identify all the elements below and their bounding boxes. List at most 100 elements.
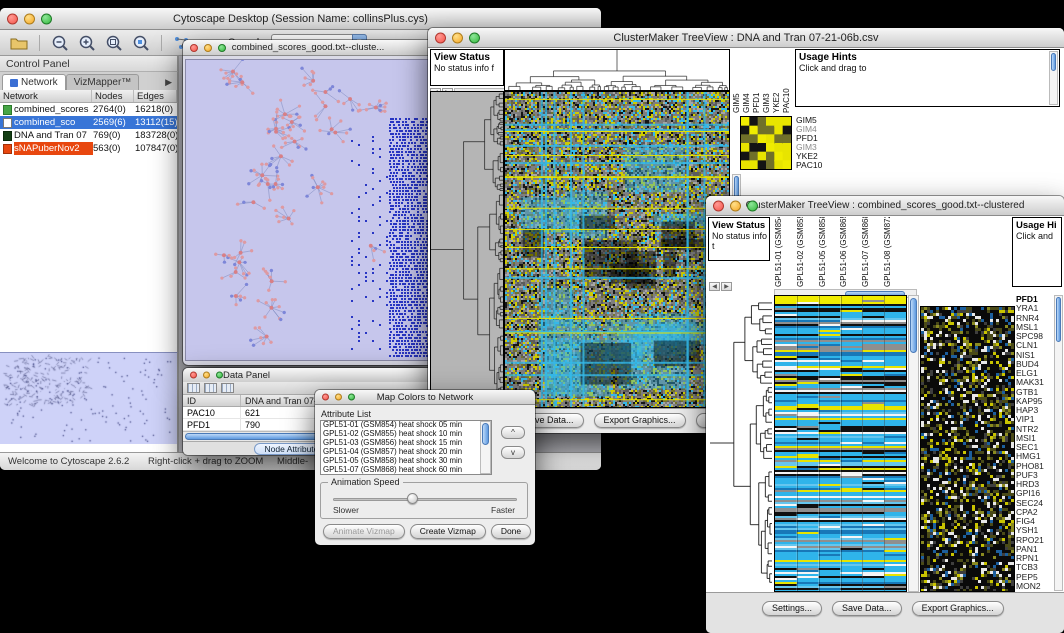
scroll-left-icon[interactable] [709, 282, 720, 291]
heatmap-canvas[interactable] [504, 91, 730, 408]
tab-scroll-right-icon[interactable] [165, 77, 177, 90]
open-session-icon[interactable] [8, 33, 30, 53]
scrollbar-thumb[interactable] [185, 433, 335, 440]
network-node-count: 563(0) [93, 142, 135, 155]
zoom-fit-icon[interactable] [103, 33, 125, 53]
move-up-button[interactable]: ^ [501, 426, 525, 439]
tab-vizmapper[interactable]: VizMapper™ [66, 74, 140, 90]
done-button[interactable]: Done [491, 524, 531, 539]
minimize-button[interactable] [203, 372, 210, 379]
column-header-edges[interactable]: Edges [134, 90, 177, 102]
data-panel-titlebar[interactable]: Data Panel [183, 368, 433, 383]
zoom-out-icon[interactable] [49, 33, 71, 53]
zoom-button[interactable] [216, 372, 223, 379]
column-label: GIM3 [762, 49, 772, 113]
close-button[interactable] [713, 200, 724, 211]
attribute-list-scrollbar[interactable] [480, 421, 491, 474]
column-header-network[interactable]: Network [0, 90, 92, 102]
column-label: GPL51-07 (GSM868 [861, 217, 883, 287]
table-view-icon[interactable] [187, 383, 200, 393]
usage-hints-scrollbar[interactable] [1049, 51, 1058, 105]
treeview-button[interactable]: Save Data... [832, 601, 902, 616]
tv2-vscrollbar[interactable] [908, 295, 919, 592]
secondary-heatmap-canvas[interactable] [920, 306, 1015, 592]
speed-slider-thumb[interactable] [407, 493, 418, 504]
minimize-button[interactable] [335, 394, 342, 401]
zoom-selected-icon[interactable] [130, 33, 152, 53]
row-dendrogram-canvas[interactable] [430, 91, 504, 408]
move-down-button[interactable]: v [501, 446, 525, 459]
usage-hints-title: Usage Hi [1013, 218, 1061, 231]
row-dendrogram-canvas[interactable] [708, 295, 772, 590]
treeview2-titlebar[interactable]: ClusterMaker TreeView : combined_scores_… [706, 196, 1064, 216]
attribute-listbox[interactable]: GPL51-01 (GSM854) heat shock 05 minGPL51… [320, 420, 492, 475]
gene-label[interactable]: MON2 [1016, 582, 1054, 591]
close-button[interactable] [190, 44, 198, 52]
zoom-button[interactable] [469, 32, 480, 43]
window-controls [190, 44, 226, 52]
treeview2-body: View Status No status info t GPL51-01 (G… [706, 216, 1064, 592]
column-header-id[interactable]: ID [183, 395, 241, 406]
network-view-window: combined_scores_good.txt--cluste... [183, 40, 433, 365]
minimize-button[interactable] [730, 200, 741, 211]
tv1-gene-labels: GIM5GIM4PFD1GIM3YKE2PAC10 [796, 116, 838, 170]
window-controls [322, 394, 355, 401]
network-edge-count: 13112(15) [135, 116, 177, 129]
select-attributes-icon[interactable] [204, 383, 217, 393]
close-button[interactable] [7, 13, 18, 24]
create-vizmap-button[interactable]: Create Vizmap [410, 524, 486, 539]
close-button[interactable] [322, 394, 329, 401]
gene-name-list: PFD1YRA1RNR4MSL1SPC98CLN1NIS1BUD4ELG1MAK… [1016, 295, 1054, 591]
treeview1-title: ClusterMaker TreeView : DNA and Tran 07-… [428, 28, 1064, 48]
column-header-nodes[interactable]: Nodes [92, 90, 134, 102]
network-overview-canvas[interactable] [1, 354, 175, 444]
network-node-count: 769(0) [93, 129, 135, 142]
zoom-button[interactable] [747, 200, 758, 211]
gene-list-scrollbar[interactable] [1054, 295, 1063, 591]
column-dendrogram-canvas[interactable] [504, 49, 730, 91]
network-list-row[interactable]: combined_sco2569(6)13112(15) [0, 116, 177, 129]
view-status-title: View Status [431, 50, 503, 63]
minimize-button[interactable] [24, 13, 35, 24]
close-button[interactable] [435, 32, 446, 43]
column-label: GPL51-02 (GSM855 [796, 217, 818, 287]
network-edge-count: 183728(0) [135, 129, 177, 142]
treeview-button[interactable]: Export Graphics... [912, 601, 1004, 616]
view-status-title: View Status [709, 218, 769, 231]
treeview-button[interactable]: Settings... [762, 601, 822, 616]
tab-network[interactable]: Network [2, 74, 66, 90]
network-overview-panel[interactable] [0, 352, 178, 444]
treeview1-titlebar[interactable]: ClusterMaker TreeView : DNA and Tran 07-… [428, 28, 1064, 48]
main-titlebar[interactable]: Cytoscape Desktop (Session Name: collins… [0, 8, 601, 30]
treeview-button[interactable]: Export Graphics... [594, 413, 686, 428]
dialog-titlebar[interactable]: Map Colors to Network [315, 390, 535, 405]
minimize-button[interactable] [204, 44, 212, 52]
scroll-right-icon[interactable] [721, 282, 732, 291]
network-view-titlebar[interactable]: combined_scores_good.txt--cluste... [183, 40, 433, 56]
speed-slider-track[interactable] [333, 498, 517, 501]
column-label: GIM4 [742, 49, 752, 113]
animate-vizmap-button[interactable]: Animate Vizmap [323, 524, 405, 539]
zoom-in-icon[interactable] [76, 33, 98, 53]
zoom-button[interactable] [348, 394, 355, 401]
column-label: PFD1 [752, 49, 762, 113]
attribute-item[interactable]: GPL51-07 (GSM868) heat shock 60 min [321, 466, 479, 474]
heatmap-canvas[interactable] [774, 295, 907, 592]
cluster-thumbnail-canvas[interactable] [740, 116, 792, 170]
zoom-button[interactable] [41, 13, 52, 24]
attribute-editor-icon[interactable] [221, 383, 234, 393]
scrollbar-thumb[interactable] [482, 423, 489, 445]
network-canvas[interactable] [185, 59, 431, 361]
dialog-buttons: Animate Vizmap Create Vizmap Done [323, 524, 531, 539]
scrollbar-thumb[interactable] [1056, 297, 1061, 342]
network-table-body: combined_scores2764(0)16218(0)combined_s… [0, 103, 178, 155]
close-button[interactable] [190, 372, 197, 379]
network-list-row[interactable]: combined_scores2764(0)16218(0) [0, 103, 177, 116]
network-list-row[interactable]: sNAPuberNov2563(0)107847(0) [0, 142, 177, 155]
scrollbar-thumb[interactable] [1051, 53, 1056, 71]
minimize-button[interactable] [452, 32, 463, 43]
network-list-row[interactable]: DNA and Tran 07769(0)183728(0) [0, 129, 177, 142]
scrollbar-thumb[interactable] [910, 298, 917, 353]
zoom-button[interactable] [218, 44, 226, 52]
usage-hints-text: Click and drag to [796, 63, 1059, 73]
